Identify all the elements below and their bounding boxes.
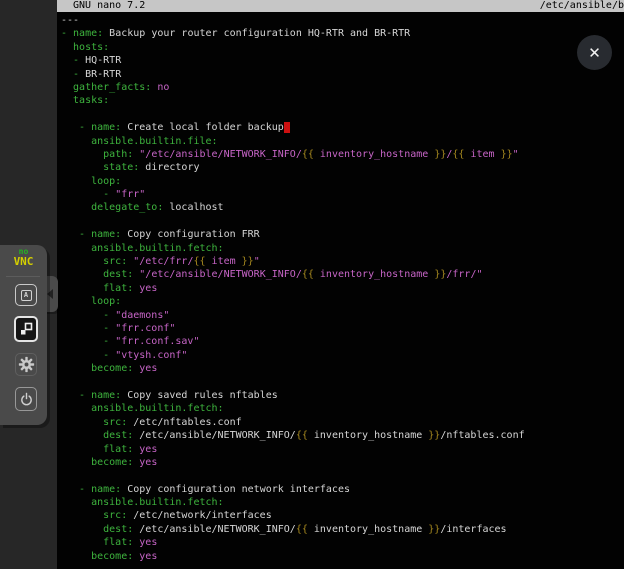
- code-line: - name: Backup your router configuration…: [61, 27, 624, 40]
- nano-app-title: GNU nano 7.2: [73, 0, 145, 12]
- novnc-sidebar: no VNC A: [0, 0, 57, 569]
- code-line: ansible.builtin.fetch:: [61, 496, 624, 509]
- nano-filename: /etc/ansible/b: [540, 0, 624, 12]
- code-line: gather_facts: no: [61, 81, 624, 94]
- code-line: src: /etc/nftables.conf: [61, 416, 624, 429]
- code-line: src: "/etc/frr/{{ item }}": [61, 255, 624, 268]
- code-line: flat: yes: [61, 536, 624, 549]
- code-line: loop:: [61, 295, 624, 308]
- keyboard-button[interactable]: A: [15, 284, 37, 306]
- keyboard-icon: A: [21, 290, 32, 301]
- power-icon: [19, 392, 34, 407]
- code-line: ---: [61, 14, 624, 27]
- code-line: become: yes: [61, 456, 624, 469]
- novnc-logo-bottom: VNC: [0, 256, 47, 267]
- fullscreen-button[interactable]: [14, 316, 38, 342]
- power-button[interactable]: [15, 387, 37, 411]
- code-line: - "frr.conf": [61, 322, 624, 335]
- code-line: loop:: [61, 175, 624, 188]
- code-line: state: directory: [61, 161, 624, 174]
- code-line: - "vtysh.conf": [61, 349, 624, 362]
- code-line: dest: /etc/ansible/NETWORK_INFO/{{ inven…: [61, 429, 624, 442]
- close-icon: ✕: [588, 44, 601, 62]
- code-line: hosts:: [61, 41, 624, 54]
- close-button[interactable]: ✕: [577, 35, 612, 70]
- code-line: dest: /etc/ansible/NETWORK_INFO/{{ inven…: [61, 523, 624, 536]
- code-line: ansible.builtin.fetch:: [61, 242, 624, 255]
- control-bar-divider: [6, 276, 40, 277]
- nano-titlebar: GNU nano 7.2 /etc/ansible/b: [57, 0, 624, 12]
- code-line: - name: Copy saved rules nftables: [61, 389, 624, 402]
- code-line: - BR-RTR: [61, 68, 624, 81]
- code-line: - name: Create local folder backup: [61, 121, 624, 134]
- code-line: dest: "/etc/ansible/NETWORK_INFO/{{ inve…: [61, 268, 624, 281]
- code-line: delegate_to: localhost: [61, 201, 624, 214]
- code-line: tasks:: [61, 94, 624, 107]
- code-line: ansible.builtin.fetch:: [61, 402, 624, 415]
- gear-icon: [18, 356, 35, 373]
- code-line: - name: Copy configuration network inter…: [61, 483, 624, 496]
- code-line: src: /etc/network/interfaces: [61, 509, 624, 522]
- fullscreen-icon: [18, 321, 34, 337]
- terminal-window[interactable]: GNU nano 7.2 /etc/ansible/b ---- name: B…: [57, 0, 624, 569]
- terminal-content[interactable]: ---- name: Backup your router configurat…: [57, 12, 624, 563]
- code-line: - name: Copy configuration FRR: [61, 228, 624, 241]
- code-line: - "frr": [61, 188, 624, 201]
- code-line: [61, 215, 624, 228]
- code-line: - HQ-RTR: [61, 54, 624, 67]
- code-line: path: "/etc/ansible/NETWORK_INFO/{{ inve…: [61, 148, 624, 161]
- code-line: [61, 108, 624, 121]
- code-line: flat: yes: [61, 443, 624, 456]
- code-line: - "daemons": [61, 309, 624, 322]
- novnc-control-bar: no VNC A: [0, 245, 47, 425]
- code-line: become: yes: [61, 362, 624, 375]
- code-line: ansible.builtin.file:: [61, 135, 624, 148]
- settings-button[interactable]: [15, 353, 37, 376]
- code-line: - "frr.conf.sav": [61, 335, 624, 348]
- screen: GNU nano 7.2 /etc/ansible/b ---- name: B…: [0, 0, 624, 569]
- code-line: flat: yes: [61, 282, 624, 295]
- collapse-arrow-icon: [47, 289, 53, 299]
- code-line: [61, 376, 624, 389]
- novnc-logo: no VNC: [0, 248, 47, 267]
- text-cursor: [284, 122, 290, 133]
- code-line: [61, 469, 624, 482]
- code-line: become: yes: [61, 550, 624, 563]
